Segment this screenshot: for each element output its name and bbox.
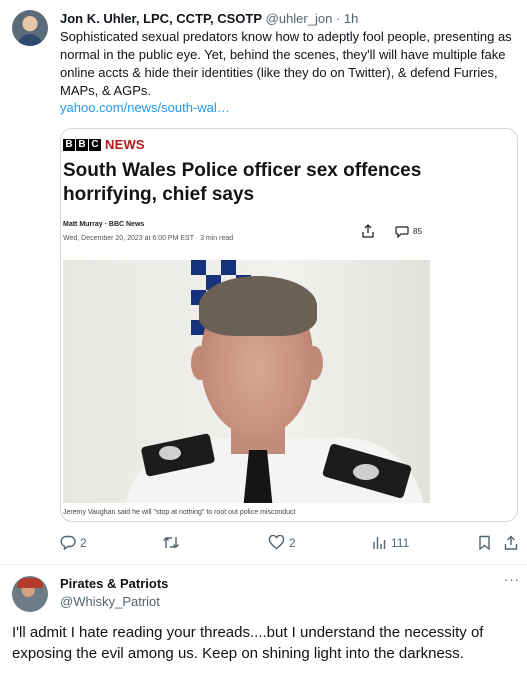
bbc-logo-letter: C [89,138,101,151]
separator-dot: · [335,11,341,26]
author-avatar[interactable] [12,10,48,46]
tweet-timestamp[interactable]: 1h [344,11,358,26]
photo-badge-left [159,446,181,460]
share-icon[interactable] [361,224,375,238]
view-count: 111 [391,535,410,550]
article-byline: Matt Murray · BBC News [63,221,145,228]
retweet-button[interactable] [162,535,184,550]
bbc-logo-letter: B [76,138,88,151]
link-preview-card[interactable]: B B C NEWS South Wales Police officer se… [60,128,518,522]
photo-hair [199,276,317,336]
reply-count: 2 [80,535,87,550]
like-button[interactable]: 2 [268,535,296,550]
retweet-icon [163,537,179,548]
author-handle[interactable]: @uhler_jon [266,11,333,26]
article-dateline: Wed, December 20, 2023 at 6:00 PM EST · … [63,235,234,242]
article-comment-count: 85 [413,227,422,236]
photo-badge-right [353,464,379,480]
bbc-logo-news: NEWS [105,137,145,152]
like-count: 2 [289,535,296,550]
tweet-link[interactable]: yahoo.com/news/south-wal… [60,100,230,115]
author-name[interactable]: Pirates & Patriots [60,576,168,591]
tweet-header: Jon K. Uhler, LPC, CCTP, CSOTP @uhler_jo… [60,11,358,26]
author-avatar[interactable] [12,576,48,612]
analytics-icon [373,537,386,549]
bookmark-button[interactable] [478,535,491,550]
views-button[interactable]: 111 [372,535,409,550]
tweet-text: I'll admit I hate reading your threads..… [12,624,484,662]
tweet-text: Sophisticated sexual predators know how … [60,29,512,98]
photo-caption: Jeremy Vaughan said he will "stop at not… [63,509,296,516]
share-button[interactable] [504,535,518,550]
bbc-news-logo: B B C NEWS [63,137,145,152]
article-headline[interactable]: South Wales Police officer sex offences … [63,159,515,207]
comment-icon[interactable] [395,225,409,238]
bbc-logo-letter: B [63,138,75,151]
reply-icon [60,535,76,550]
tweet-primary[interactable]: Jon K. Uhler, LPC, CCTP, CSOTP @uhler_jo… [0,0,527,565]
author-handle[interactable]: @Whisky_Patriot [60,594,160,609]
author-name[interactable]: Jon K. Uhler, LPC, CCTP, CSOTP [60,11,262,26]
tweet-reply[interactable]: Pirates & Patriots @Whisky_Patriot ··· I… [0,566,527,673]
reply-button[interactable]: 2 [60,535,87,550]
tweet-action-bar: 2 2 111 [60,535,520,555]
bookmark-icon [479,535,490,550]
share-icon [504,535,518,550]
heart-icon [268,535,285,550]
article-photo[interactable] [63,260,430,503]
more-options-button[interactable]: ··· [504,572,520,587]
